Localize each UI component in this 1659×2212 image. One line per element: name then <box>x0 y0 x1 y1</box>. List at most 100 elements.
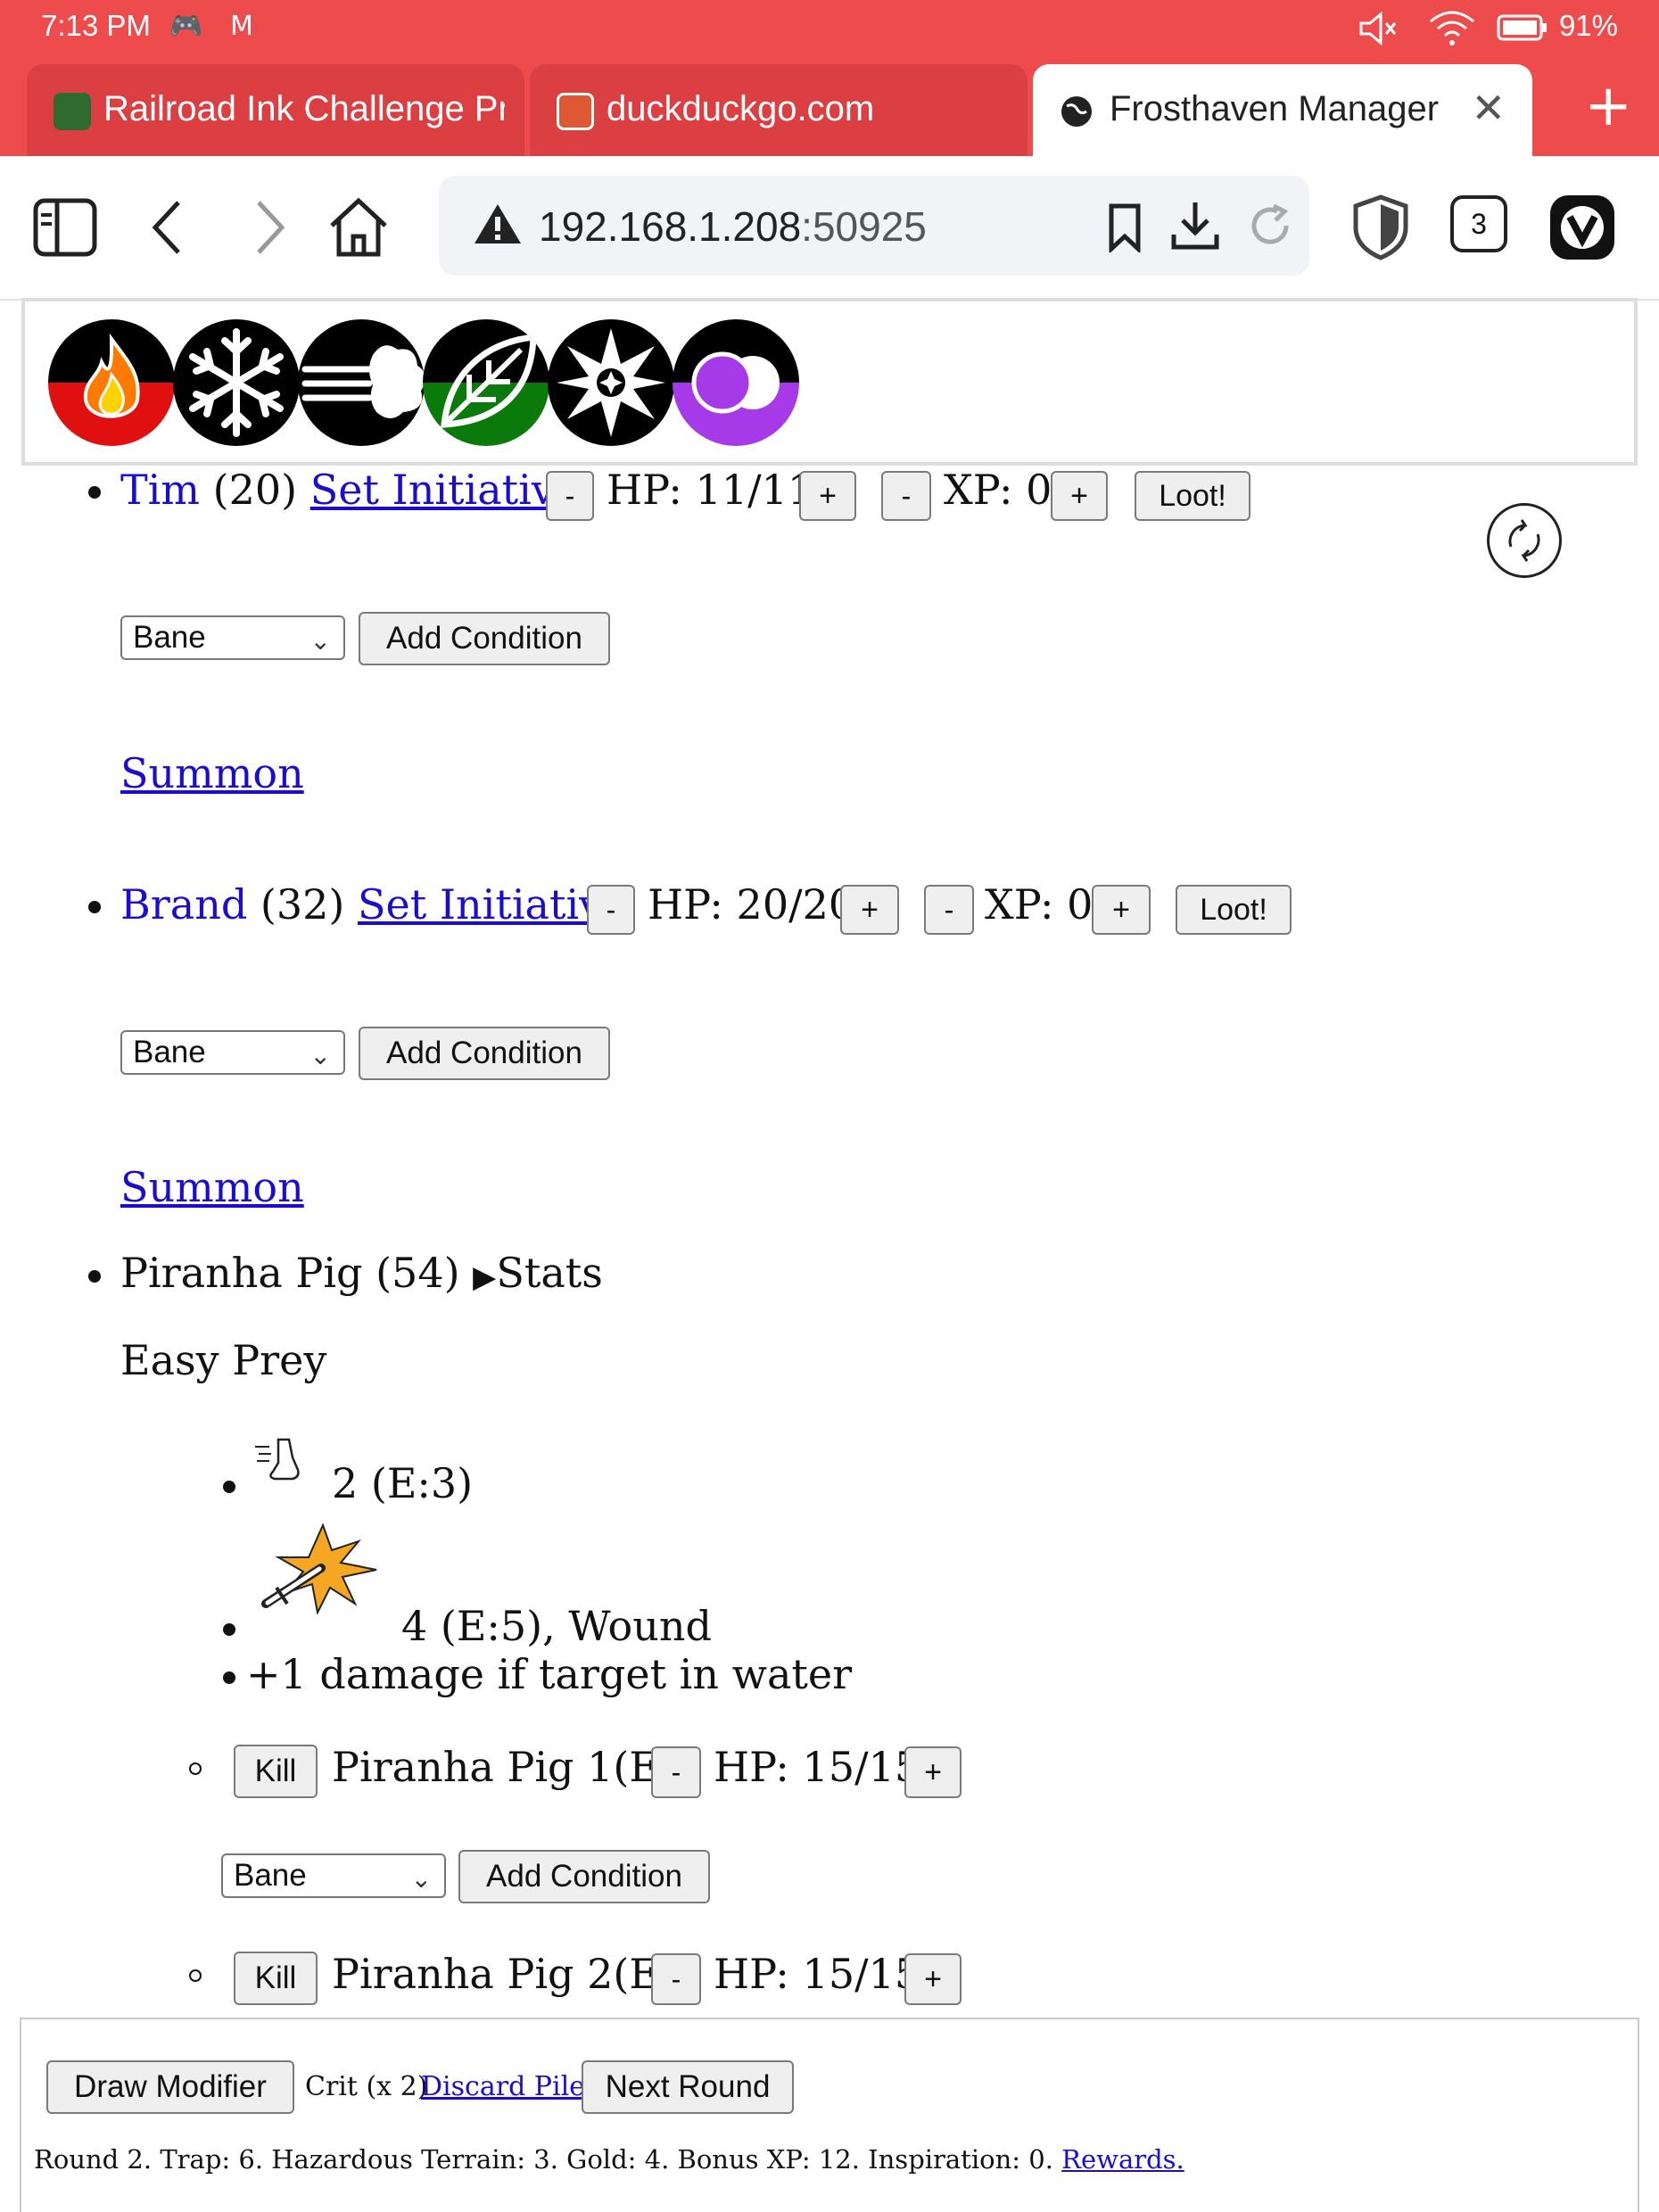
hp-plus-button[interactable]: + <box>904 1746 962 1798</box>
tab-count-button[interactable]: 3 <box>1450 195 1507 252</box>
forward-icon[interactable] <box>234 192 305 263</box>
hp-text: HP: 20/20 <box>648 880 855 929</box>
sync-icon <box>1508 519 1540 562</box>
browser-toolbar: 192.168.1.208:50925 3 <box>0 156 1659 301</box>
hp-plus-button[interactable]: + <box>904 1953 962 2005</box>
hp-minus-button[interactable]: - <box>546 471 594 521</box>
light-icon[interactable] <box>548 319 674 446</box>
list-bullet <box>88 486 101 499</box>
discard-pile-link[interactable]: Discard Pile <box>421 2071 585 2102</box>
air-icon[interactable] <box>298 319 425 446</box>
list-circle <box>189 1762 202 1775</box>
element-board <box>21 298 1638 466</box>
add-condition-button[interactable]: Add Condition <box>359 1027 610 1080</box>
xp-plus-button[interactable]: + <box>1051 471 1108 521</box>
clock: 7:13 PM <box>41 9 151 42</box>
xp-text: XP: 0 <box>985 880 1094 929</box>
hp-plus-button[interactable]: + <box>799 471 856 521</box>
summon-link[interactable]: Summon <box>120 1163 304 1211</box>
vivaldi-menu-icon[interactable] <box>1547 192 1618 263</box>
list-bullet <box>223 1623 235 1636</box>
hp-text: HP: 11/11 <box>607 466 814 514</box>
shield-icon[interactable] <box>1345 192 1416 263</box>
address-bar[interactable]: 192.168.1.208:50925 <box>439 176 1309 276</box>
stats-toggle-label: Stats <box>496 1249 603 1297</box>
status-bar: 7:13 PM 🎮 M 91% <box>0 0 1659 55</box>
wifi-icon <box>1430 11 1474 45</box>
add-condition-button[interactable]: Add Condition <box>458 1850 710 1903</box>
rewards-link[interactable]: Rewards. <box>1061 2144 1184 2175</box>
hp-minus-button[interactable]: - <box>651 1953 701 2005</box>
gmail-icon: M <box>230 11 253 42</box>
last-modifier-text: Crit (x 2) <box>305 2071 428 2102</box>
warning-icon[interactable] <box>473 201 523 247</box>
back-icon[interactable] <box>136 192 207 263</box>
triangle-right-icon: ▶ <box>473 1259 497 1295</box>
tab-label: Railroad Ink Challenge Pr <box>103 89 505 128</box>
download-icon[interactable] <box>1168 199 1222 252</box>
tab-duckduckgo[interactable]: duckduckgo.com <box>530 64 1028 156</box>
loot-button[interactable]: Loot! <box>1176 885 1292 935</box>
xp-text: XP: 0 <box>944 466 1052 514</box>
hp-text: HP: 15/15 <box>714 1950 921 1998</box>
ice-icon[interactable] <box>173 319 300 446</box>
list-bullet <box>223 1671 235 1684</box>
xp-minus-button[interactable]: - <box>881 471 931 521</box>
draw-modifier-button[interactable]: Draw Modifier <box>46 2060 294 2114</box>
reload-icon[interactable] <box>1245 202 1295 252</box>
bookmark-icon[interactable] <box>1102 202 1147 252</box>
summary-text: Round 2. Trap: 6. Hazardous Terrain: 3. … <box>34 2144 1053 2175</box>
list-circle <box>189 1969 202 1982</box>
monster-instance-name: Piranha Pig 2(E) <box>332 1950 675 1998</box>
ability-note: +1 damage if target in water <box>246 1650 853 1698</box>
move-value: 2 (E:3) <box>332 1459 474 1507</box>
xp-minus-button[interactable]: - <box>924 885 974 935</box>
sync-button[interactable] <box>1487 503 1562 578</box>
shield-favicon-icon <box>54 93 91 130</box>
condition-select-value: Bane <box>133 1035 206 1069</box>
character-row-brand: Brand (32) Set Initiative <box>120 880 626 929</box>
new-tab-icon[interactable]: + <box>1584 73 1632 139</box>
earth-icon[interactable] <box>423 319 549 446</box>
move-icon <box>255 1438 300 1481</box>
sidebar-icon[interactable] <box>30 192 102 263</box>
tab-label: Frosthaven Manager <box>1110 89 1440 128</box>
loot-button[interactable]: Loot! <box>1135 471 1250 521</box>
round-summary: Round 2. Trap: 6. Hazardous Terrain: 3. … <box>34 2144 1184 2175</box>
chevron-down-icon: ⌄ <box>310 1041 331 1070</box>
fire-icon[interactable] <box>48 319 175 446</box>
attack-icon <box>261 1523 377 1614</box>
tab-frosthaven-manager[interactable]: Frosthaven Manager ✕ <box>1033 64 1532 156</box>
tab-strip: Railroad Ink Challenge Pr duckduckgo.com… <box>0 55 1659 156</box>
condition-select[interactable]: Bane ⌄ <box>120 1030 345 1075</box>
battery-percent: 91% <box>1558 9 1618 42</box>
set-initiative-link[interactable]: Set Initiative <box>310 466 579 514</box>
kill-button[interactable]: Kill <box>234 1745 318 1798</box>
close-tab-icon[interactable]: ✕ <box>1471 84 1506 132</box>
globe-icon <box>1061 96 1092 127</box>
url-text[interactable]: 192.168.1.208:50925 <box>539 202 927 251</box>
list-bullet <box>88 1270 101 1283</box>
condition-select[interactable]: Bane ⌄ <box>120 615 345 660</box>
hp-minus-button[interactable]: - <box>587 885 635 935</box>
list-bullet <box>223 1481 235 1493</box>
character-name[interactable]: Tim <box>120 466 200 514</box>
chevron-down-icon: ⌄ <box>310 626 331 656</box>
hp-plus-button[interactable]: + <box>840 885 899 935</box>
character-row-tim: Tim (20) Set Initiative <box>120 466 579 514</box>
initiative-value: (32) <box>260 880 345 929</box>
dark-icon[interactable] <box>673 319 799 446</box>
hp-minus-button[interactable]: - <box>651 1746 701 1798</box>
summon-link[interactable]: Summon <box>120 749 304 797</box>
kill-button[interactable]: Kill <box>234 1952 318 2005</box>
condition-select[interactable]: Bane ⌄ <box>221 1853 446 1898</box>
battery-icon <box>1497 14 1547 41</box>
tab-railroad-ink[interactable]: Railroad Ink Challenge Pr <box>27 64 524 156</box>
add-condition-button[interactable]: Add Condition <box>359 612 610 665</box>
home-icon[interactable] <box>323 192 394 263</box>
next-round-button[interactable]: Next Round <box>582 2060 794 2114</box>
xp-plus-button[interactable]: + <box>1092 885 1151 935</box>
character-name[interactable]: Brand <box>120 880 247 929</box>
stats-toggle[interactable]: ▶Stats <box>473 1249 603 1297</box>
monster-instance-name: Piranha Pig 1(E) <box>332 1743 675 1791</box>
